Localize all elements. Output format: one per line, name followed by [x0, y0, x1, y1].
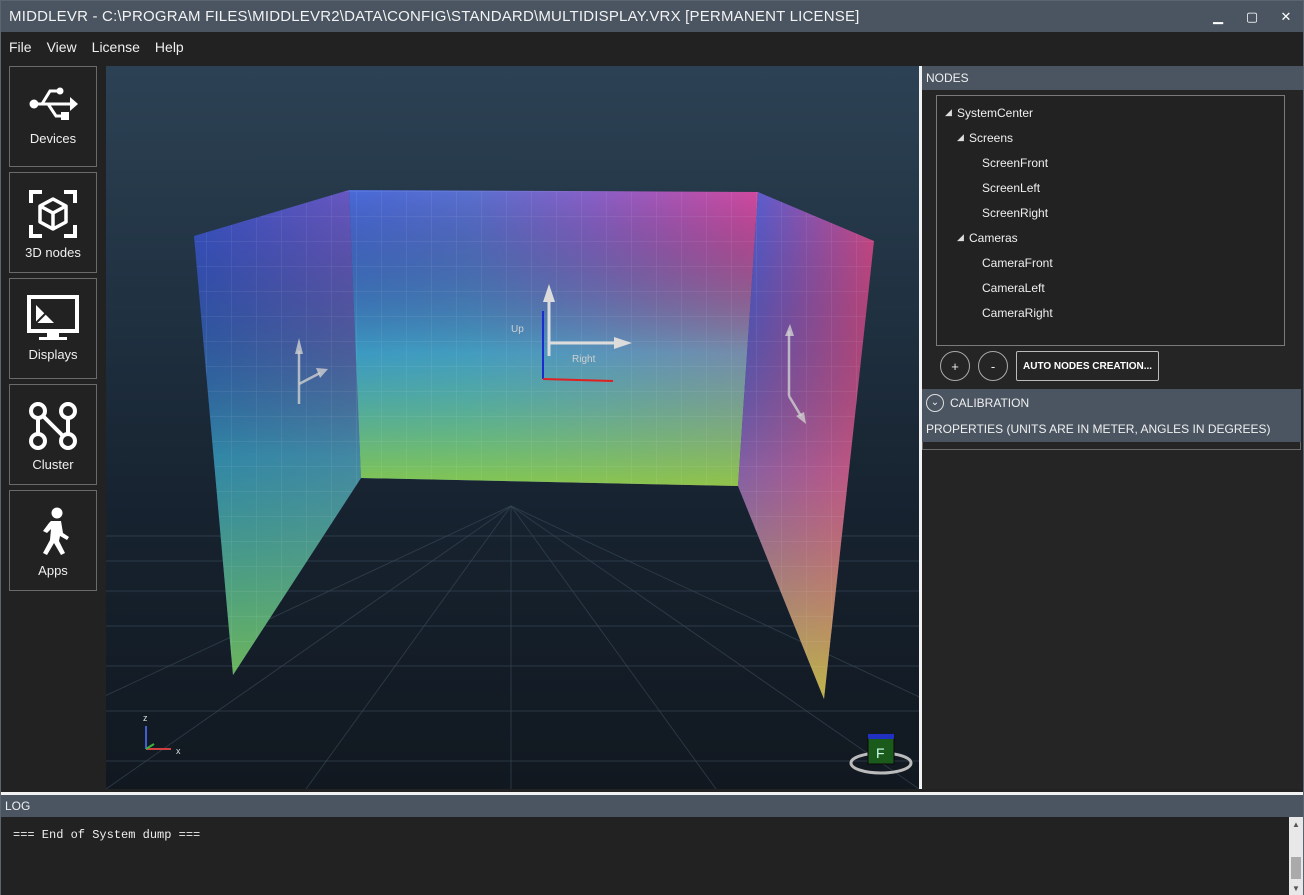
minimize-button[interactable]: ▁ — [1201, 1, 1235, 32]
tree-node-label: Screens — [969, 130, 1014, 145]
right-label: Right — [572, 354, 596, 365]
sidebar-item-label: 3D nodes — [25, 245, 81, 260]
tree-node-label: SystemCenter — [957, 105, 1034, 120]
tree-node-label: ScreenRight — [982, 205, 1049, 220]
close-button[interactable]: ✕ — [1269, 1, 1303, 32]
chevron-down-icon: ⌄ — [926, 393, 944, 412]
window-title: MIDDLEVR - C:\PROGRAM FILES\MIDDLEVR2\DA… — [9, 8, 860, 25]
view-cube-face: F — [876, 745, 885, 761]
scroll-thumb[interactable] — [1291, 857, 1301, 879]
up-label: Up — [511, 324, 524, 335]
maximize-button[interactable]: ▢ — [1235, 1, 1269, 32]
nodes-tree: ◢ SystemCenter ◢ Screens ScreenFront Scr… — [936, 95, 1285, 346]
scroll-up-icon[interactable]: ▲ — [1289, 817, 1303, 831]
tree-node-screenfront[interactable]: ScreenFront — [937, 150, 1284, 175]
title-bar: MIDDLEVR - C:\PROGRAM FILES\MIDDLEVR2\DA… — [1, 1, 1303, 32]
usb-icon — [29, 87, 78, 120]
tree-node-screenleft[interactable]: ScreenLeft — [937, 175, 1284, 200]
calibration-label: CALIBRATION — [950, 395, 1030, 410]
axis-gizmo: z x — [143, 713, 181, 756]
expand-arrow-icon[interactable]: ◢ — [945, 107, 957, 118]
tree-node-camerafront[interactable]: CameraFront — [937, 250, 1284, 275]
scroll-down-icon[interactable]: ▼ — [1289, 881, 1303, 895]
auto-nodes-creation-button[interactable]: AUTO NODES CREATION... — [1016, 351, 1160, 381]
menu-help[interactable]: Help — [155, 39, 184, 55]
expand-arrow-icon[interactable]: ◢ — [957, 132, 969, 143]
sidebar-item-cluster[interactable]: Cluster — [9, 384, 97, 485]
scene-render: Up Right z x F — [106, 190, 919, 789]
log-text: === End of System dump === — [13, 828, 201, 842]
calibration-section[interactable]: ⌄ CALIBRATION — [922, 389, 1301, 416]
sidebar-item-label: Cluster — [32, 457, 74, 472]
tree-node-label: ScreenFront — [982, 155, 1049, 170]
sidebar-item-displays[interactable]: Displays — [9, 278, 97, 379]
tree-node-screens[interactable]: ◢ Screens — [937, 125, 1284, 150]
tree-actions: + - AUTO NODES CREATION... — [940, 351, 1160, 381]
menu-license[interactable]: License — [92, 39, 140, 55]
log-panel: === End of System dump === ▲ ▼ — [1, 817, 1303, 895]
tree-node-cameraright[interactable]: CameraRight — [937, 300, 1284, 325]
tree-node-label: Cameras — [969, 230, 1018, 245]
gizmo-z-label: z — [143, 713, 148, 723]
cluster-icon — [29, 402, 77, 450]
expand-arrow-icon[interactable]: ◢ — [957, 232, 969, 243]
tree-node-cameras[interactable]: ◢ Cameras — [937, 225, 1284, 250]
sidebar: Devices 3D nodes Displays Cluster Apps — [9, 66, 99, 596]
tree-node-label: ScreenLeft — [982, 180, 1041, 195]
walking-person-icon — [43, 507, 69, 555]
window-controls: ▁ ▢ ✕ — [1201, 1, 1303, 32]
sidebar-item-apps[interactable]: Apps — [9, 490, 97, 591]
log-scrollbar[interactable]: ▲ ▼ — [1289, 817, 1303, 895]
sidebar-item-label: Devices — [29, 131, 77, 146]
nodes-header: NODES — [922, 66, 1303, 90]
tree-node-label: CameraRight — [982, 305, 1053, 320]
menu-bar: File View License Help — [1, 32, 1303, 62]
add-node-button[interactable]: + — [940, 351, 970, 381]
tree-node-label: CameraLeft — [982, 280, 1045, 295]
sidebar-item-3d-nodes[interactable]: 3D nodes — [9, 172, 97, 273]
gizmo-x-label: x — [176, 746, 181, 756]
tree-node-screenright[interactable]: ScreenRight — [937, 200, 1284, 225]
sidebar-item-devices[interactable]: Devices — [9, 66, 97, 167]
view-cube: F — [849, 734, 913, 775]
3d-viewport[interactable]: Up Right z x F — [106, 66, 919, 789]
app-window: MIDDLEVR - C:\PROGRAM FILES\MIDDLEVR2\DA… — [0, 0, 1304, 895]
remove-node-button[interactable]: - — [978, 351, 1008, 381]
tree-node-cameraleft[interactable]: CameraLeft — [937, 275, 1284, 300]
log-header: LOG — [1, 795, 1303, 817]
properties-body — [922, 442, 1301, 450]
sidebar-item-label: Apps — [38, 563, 68, 578]
menu-file[interactable]: File — [9, 39, 32, 55]
menu-view[interactable]: View — [47, 39, 77, 55]
tree-node-label: CameraFront — [982, 255, 1053, 270]
cube-icon — [29, 190, 77, 238]
properties-header: PROPERTIES (UNITS ARE IN METER, ANGLES I… — [922, 416, 1301, 442]
tree-node-systemcenter[interactable]: ◢ SystemCenter — [937, 100, 1284, 125]
monitor-icon — [27, 295, 79, 340]
right-panel: NODES ◢ SystemCenter ◢ Screens ScreenFro… — [922, 66, 1303, 789]
sidebar-item-label: Displays — [28, 347, 78, 362]
